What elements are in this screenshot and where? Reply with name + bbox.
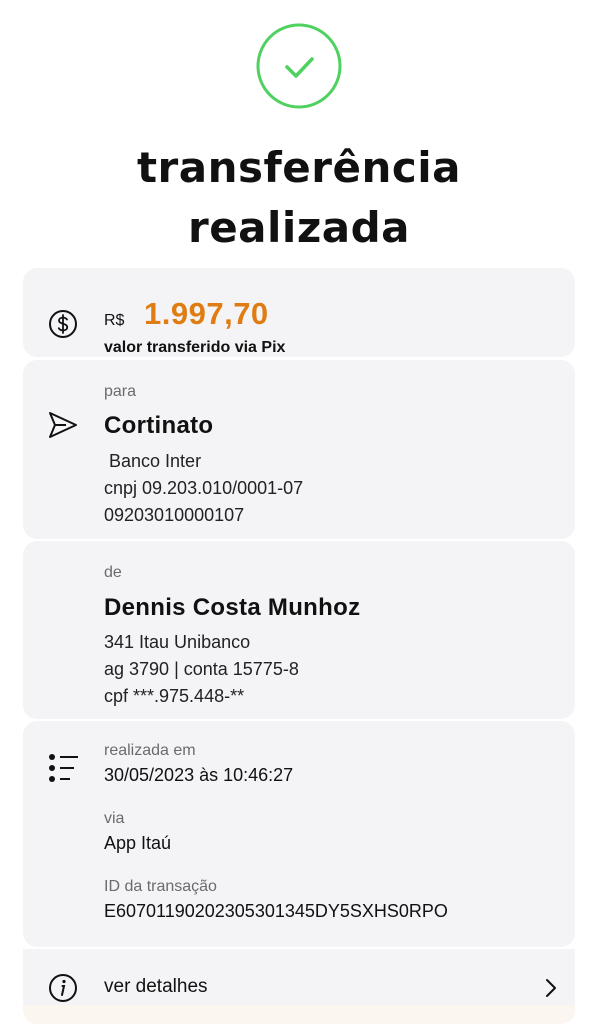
- list-icon: [49, 754, 78, 782]
- chevron-right-icon: [546, 979, 556, 997]
- recipient-card: para Cortinato Banco Inter cnpj 09.203.0…: [23, 360, 575, 539]
- date-label: realizada em: [104, 742, 196, 759]
- details-label: ver detalhes: [104, 976, 208, 997]
- recipient-key: 09203010000107: [104, 505, 245, 525]
- transaction-id-value: E60701190202305301345DY5SXHS0RPO: [104, 901, 448, 921]
- details-button[interactable]: ver detalhes: [23, 949, 575, 1005]
- sender-label: de: [104, 564, 122, 581]
- transaction-info-card: realizada em 30/05/2023 às 10:46:27 via …: [23, 721, 575, 947]
- via-value: App Itaú: [104, 833, 172, 853]
- title-line-2: realizada: [187, 203, 411, 252]
- sender-name: Dennis Costa Munhoz: [104, 594, 361, 621]
- recipient-doc: cnpj 09.203.010/0001-07: [104, 478, 304, 498]
- info-icon: [49, 974, 77, 1002]
- title-line-1: transferência: [136, 143, 462, 192]
- sender-card: de Dennis Costa Munhoz 341 Itau Unibanco…: [23, 541, 575, 719]
- card-footer: [23, 1005, 575, 1024]
- via-label: via: [104, 810, 125, 827]
- amount-caption: valor transferido via Pix: [104, 339, 286, 356]
- send-icon: [49, 412, 77, 438]
- amount-card: R$ 1.997,70 valor transferido via Pix: [23, 268, 575, 357]
- recipient-name: Cortinato: [104, 412, 214, 439]
- success-check-icon: [256, 23, 342, 109]
- recipient-label: para: [104, 383, 137, 400]
- amount-value: 1.997,70: [144, 296, 269, 331]
- sender-bank: 341 Itau Unibanco: [104, 632, 251, 652]
- sender-doc: cpf ***.975.448-**: [104, 686, 245, 706]
- recipient-bank: Banco Inter: [104, 451, 202, 471]
- currency-symbol: R$: [104, 312, 125, 329]
- date-value: 30/05/2023 às 10:46:27: [104, 765, 294, 785]
- sender-account: ag 3790 | conta 15775-8: [104, 659, 299, 679]
- page-title: transferência realizada: [0, 138, 598, 258]
- transaction-id-label: ID da transação: [104, 878, 217, 895]
- dollar-circle-icon: [49, 310, 77, 338]
